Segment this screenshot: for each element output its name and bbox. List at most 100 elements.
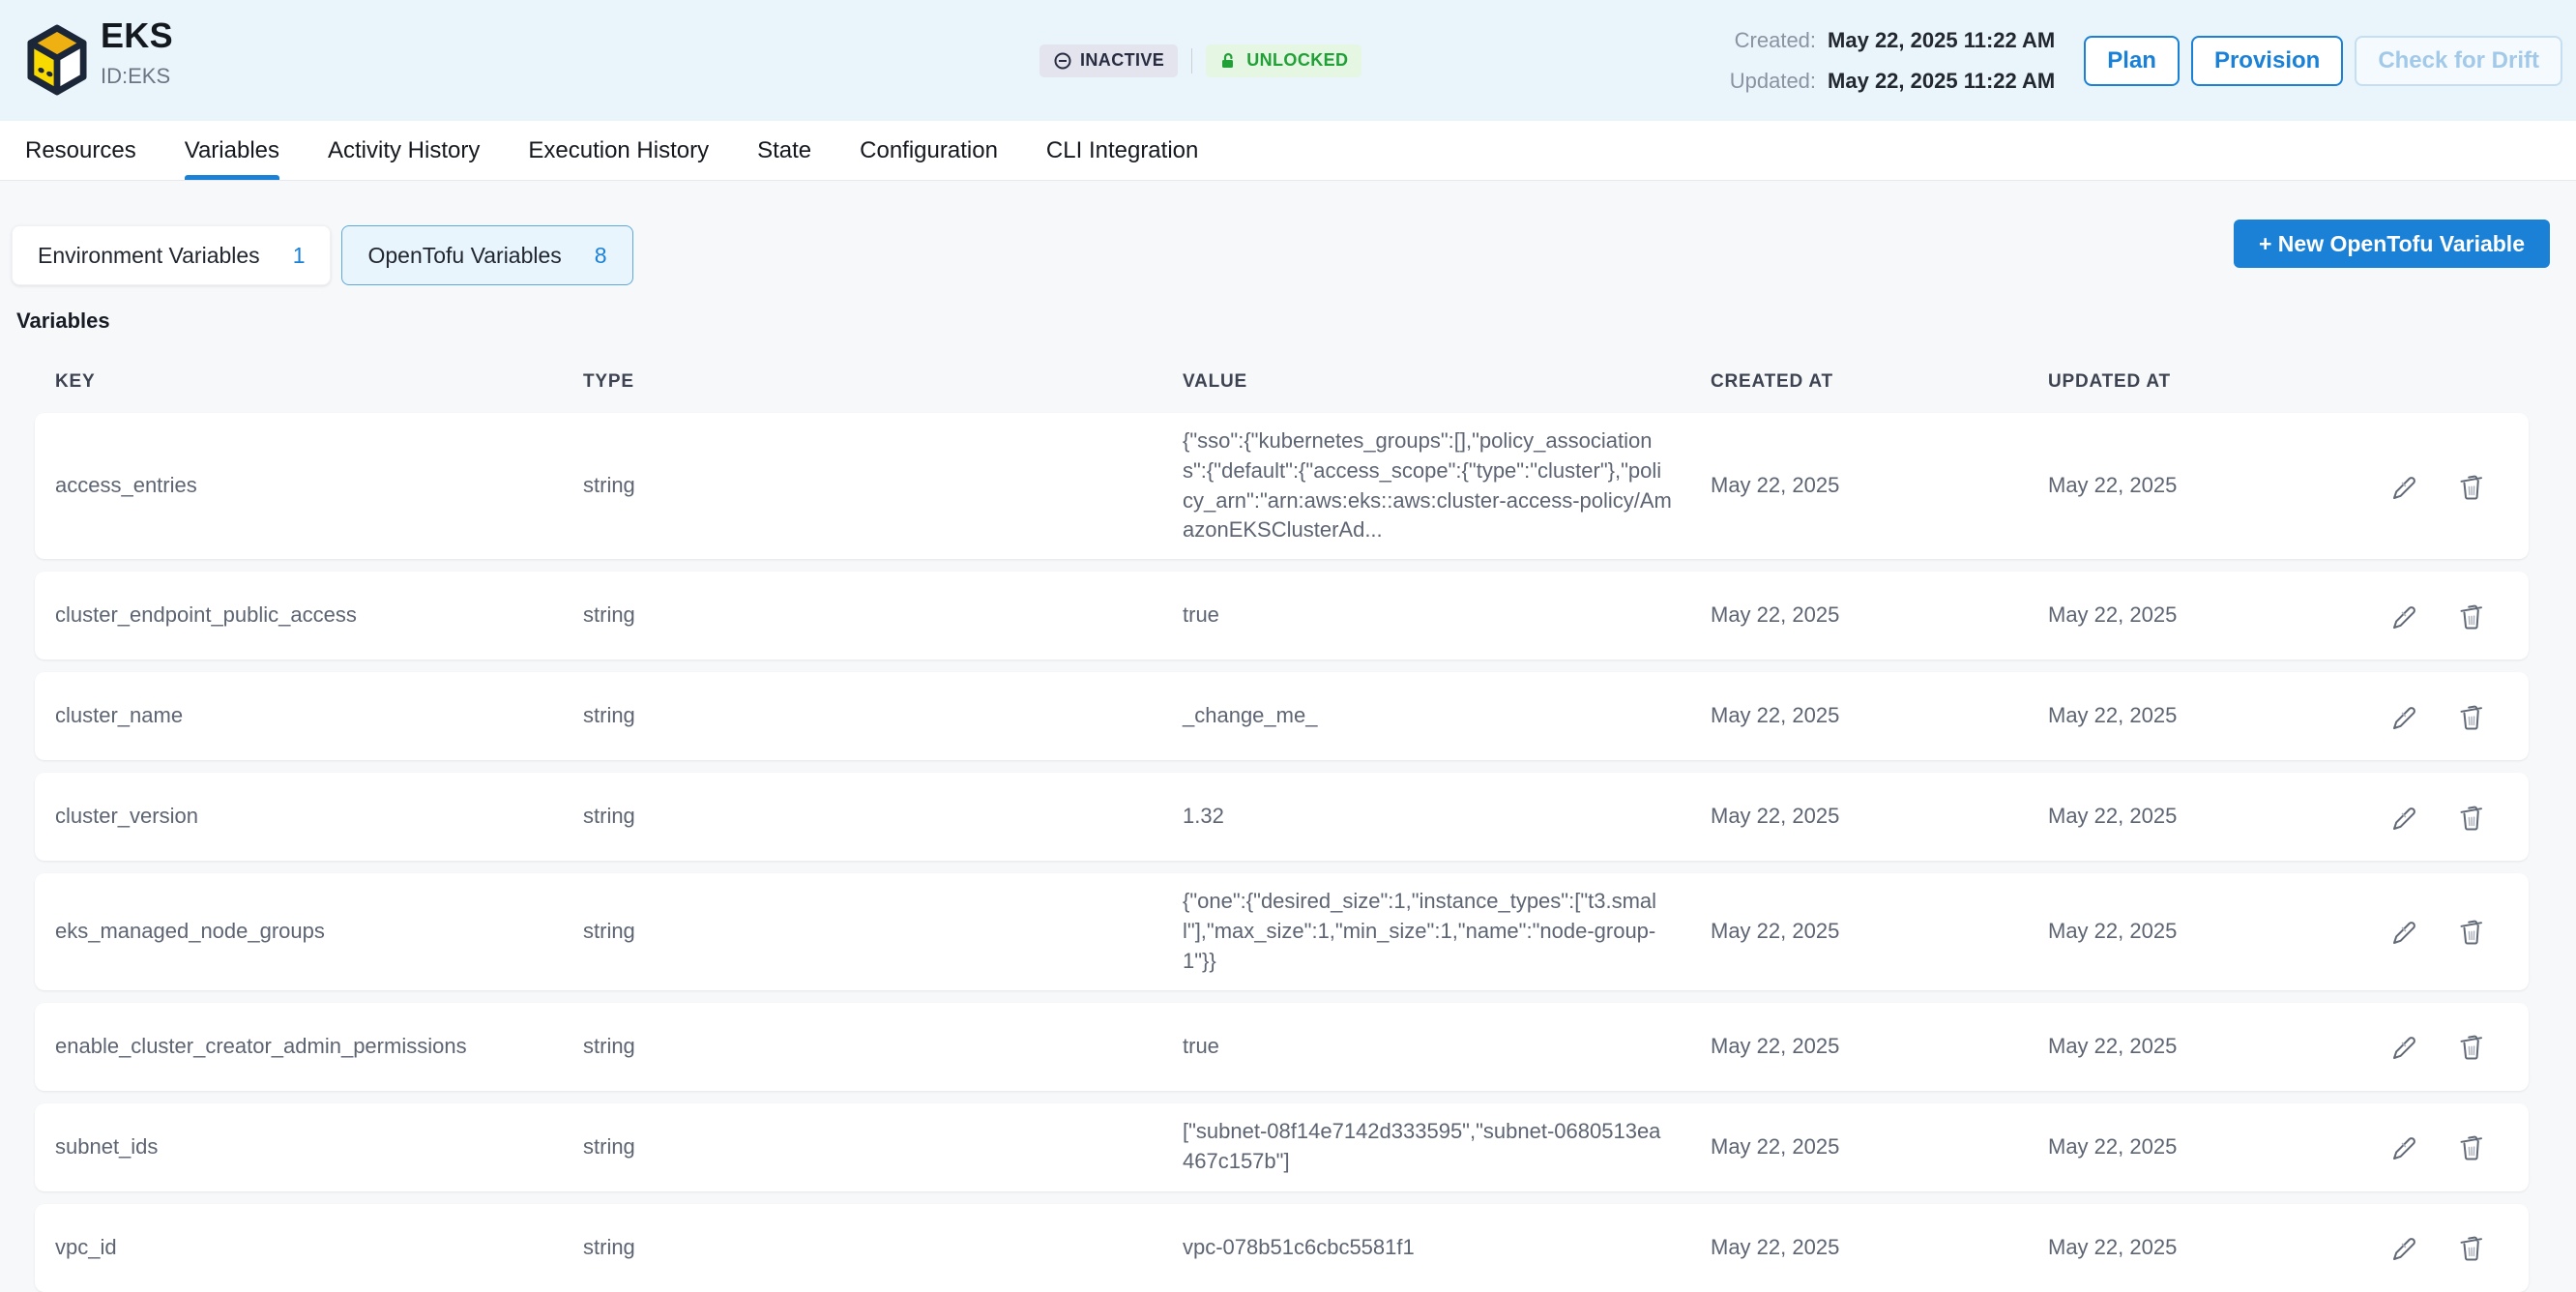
trash-icon bbox=[2457, 602, 2486, 631]
variable-value: 1.32 bbox=[1183, 802, 1685, 832]
pencil-icon bbox=[2389, 602, 2418, 631]
subtab-opentofu-variables[interactable]: OpenTofu Variables 8 bbox=[341, 225, 632, 285]
variable-updated-at: May 22, 2025 bbox=[2048, 917, 2299, 947]
subtab-environment-variables[interactable]: Environment Variables 1 bbox=[12, 225, 331, 285]
lock-badge-label: UNLOCKED bbox=[1246, 50, 1348, 71]
variable-created-at: May 22, 2025 bbox=[1711, 601, 2048, 631]
variables-table-header: KEY TYPE VALUE CREATED AT UPDATED AT bbox=[35, 351, 2529, 413]
provision-button[interactable]: Provision bbox=[2191, 36, 2343, 86]
variable-updated-at: May 22, 2025 bbox=[2048, 1132, 2299, 1162]
variable-key: cluster_endpoint_public_access bbox=[55, 601, 583, 631]
header-actions: Plan Provision Check for Drift bbox=[2084, 36, 2562, 86]
main-tab[interactable]: Variables bbox=[185, 121, 279, 180]
main-tab[interactable]: State bbox=[757, 121, 811, 180]
plan-button[interactable]: Plan bbox=[2084, 36, 2180, 86]
variables-table: access_entries string {"sso":{"kubernete… bbox=[35, 413, 2529, 1292]
variable-key: cluster_name bbox=[55, 701, 583, 731]
column-header-type: TYPE bbox=[583, 371, 1183, 393]
delete-variable-button[interactable] bbox=[2456, 471, 2487, 502]
edit-variable-button[interactable] bbox=[2388, 1232, 2419, 1263]
variable-value: {"sso":{"kubernetes_groups":[],"policy_a… bbox=[1183, 426, 1685, 545]
main-tab[interactable]: CLI Integration bbox=[1046, 121, 1198, 180]
trash-icon bbox=[2457, 702, 2486, 731]
subtab-count: 8 bbox=[595, 243, 607, 269]
variable-value: vpc-078b51c6cbc5581f1 bbox=[1183, 1233, 1685, 1263]
delete-variable-button[interactable] bbox=[2456, 1031, 2487, 1062]
delete-variable-button[interactable] bbox=[2456, 916, 2487, 947]
main-tab[interactable]: Activity History bbox=[328, 121, 480, 180]
column-header-updated: UPDATED AT bbox=[2048, 371, 2299, 393]
variable-type-subtabs: Environment Variables 1 OpenTofu Variabl… bbox=[0, 225, 2576, 285]
main-tab[interactable]: Resources bbox=[25, 121, 136, 180]
variable-created-at: May 22, 2025 bbox=[1711, 701, 2048, 731]
unlock-icon bbox=[1219, 51, 1239, 71]
delete-variable-button[interactable] bbox=[2456, 802, 2487, 833]
row-actions bbox=[2299, 1131, 2487, 1162]
tab-label: Configuration bbox=[860, 137, 998, 164]
column-header-key: KEY bbox=[55, 371, 583, 393]
variable-created-at: May 22, 2025 bbox=[1711, 471, 2048, 501]
delete-variable-button[interactable] bbox=[2456, 701, 2487, 732]
row-actions bbox=[2299, 1031, 2487, 1062]
variable-type: string bbox=[583, 1233, 1183, 1263]
variable-type: string bbox=[583, 701, 1183, 731]
variable-updated-at: May 22, 2025 bbox=[2048, 802, 2299, 832]
variable-created-at: May 22, 2025 bbox=[1711, 1233, 2048, 1263]
variable-created-at: May 22, 2025 bbox=[1711, 1132, 2048, 1162]
variable-key: vpc_id bbox=[55, 1233, 583, 1263]
edit-variable-button[interactable] bbox=[2388, 601, 2419, 631]
main-tab[interactable]: Execution History bbox=[528, 121, 709, 180]
edit-variable-button[interactable] bbox=[2388, 471, 2419, 502]
check-for-drift-button[interactable]: Check for Drift bbox=[2355, 36, 2562, 86]
variable-key: access_entries bbox=[55, 471, 583, 501]
tab-label: Execution History bbox=[528, 137, 709, 164]
delete-variable-button[interactable] bbox=[2456, 1232, 2487, 1263]
status-badges: INACTIVE UNLOCKED bbox=[1039, 0, 1361, 121]
trash-icon bbox=[2457, 472, 2486, 501]
trash-icon bbox=[2457, 1233, 2486, 1262]
updated-value: May 22, 2025 11:22 AM bbox=[1828, 69, 2055, 94]
pencil-icon bbox=[2389, 702, 2418, 731]
timestamps: Created: May 22, 2025 11:22 AM Updated: … bbox=[1730, 28, 2056, 94]
variable-value: {"one":{"desired_size":1,"instance_types… bbox=[1183, 887, 1685, 976]
section-title: Variables bbox=[16, 308, 2576, 334]
variable-key: enable_cluster_creator_admin_permissions bbox=[55, 1032, 583, 1062]
row-actions bbox=[2299, 701, 2487, 732]
row-actions bbox=[2299, 601, 2487, 631]
trash-icon bbox=[2457, 803, 2486, 832]
new-opentofu-variable-button[interactable]: + New OpenTofu Variable bbox=[2234, 220, 2550, 268]
row-actions bbox=[2299, 1232, 2487, 1263]
variable-key: eks_managed_node_groups bbox=[55, 917, 583, 947]
variable-updated-at: May 22, 2025 bbox=[2048, 701, 2299, 731]
circle-minus-icon bbox=[1053, 51, 1072, 71]
main-tab[interactable]: Configuration bbox=[860, 121, 998, 180]
variable-created-at: May 22, 2025 bbox=[1711, 1032, 2048, 1062]
tab-label: Resources bbox=[25, 137, 136, 164]
subtab-label: OpenTofu Variables bbox=[367, 243, 561, 269]
environment-header: EKS ID:EKS INACTIVE UNLOCKED Created: Ma… bbox=[0, 0, 2576, 121]
table-row: cluster_version string 1.32 May 22, 2025… bbox=[35, 773, 2529, 861]
pencil-icon bbox=[2389, 472, 2418, 501]
variable-type: string bbox=[583, 917, 1183, 947]
delete-variable-button[interactable] bbox=[2456, 601, 2487, 631]
edit-variable-button[interactable] bbox=[2388, 802, 2419, 833]
variable-updated-at: May 22, 2025 bbox=[2048, 1233, 2299, 1263]
pencil-icon bbox=[2389, 1132, 2418, 1161]
column-header-value: VALUE bbox=[1183, 371, 1711, 393]
created-value: May 22, 2025 11:22 AM bbox=[1828, 28, 2055, 53]
tab-label: Activity History bbox=[328, 137, 480, 164]
edit-variable-button[interactable] bbox=[2388, 1131, 2419, 1162]
table-row: cluster_name string _change_me_ May 22, … bbox=[35, 672, 2529, 760]
edit-variable-button[interactable] bbox=[2388, 701, 2419, 732]
edit-variable-button[interactable] bbox=[2388, 1031, 2419, 1062]
edit-variable-button[interactable] bbox=[2388, 916, 2419, 947]
row-actions bbox=[2299, 802, 2487, 833]
variable-value: ["subnet-08f14e7142d333595","subnet-0680… bbox=[1183, 1117, 1685, 1177]
table-row: access_entries string {"sso":{"kubernete… bbox=[35, 413, 2529, 559]
delete-variable-button[interactable] bbox=[2456, 1131, 2487, 1162]
variable-type: string bbox=[583, 1132, 1183, 1162]
variable-type: string bbox=[583, 802, 1183, 832]
updated-label: Updated: bbox=[1730, 69, 1816, 94]
trash-icon bbox=[2457, 917, 2486, 946]
opentofu-cube-logo bbox=[27, 24, 87, 96]
